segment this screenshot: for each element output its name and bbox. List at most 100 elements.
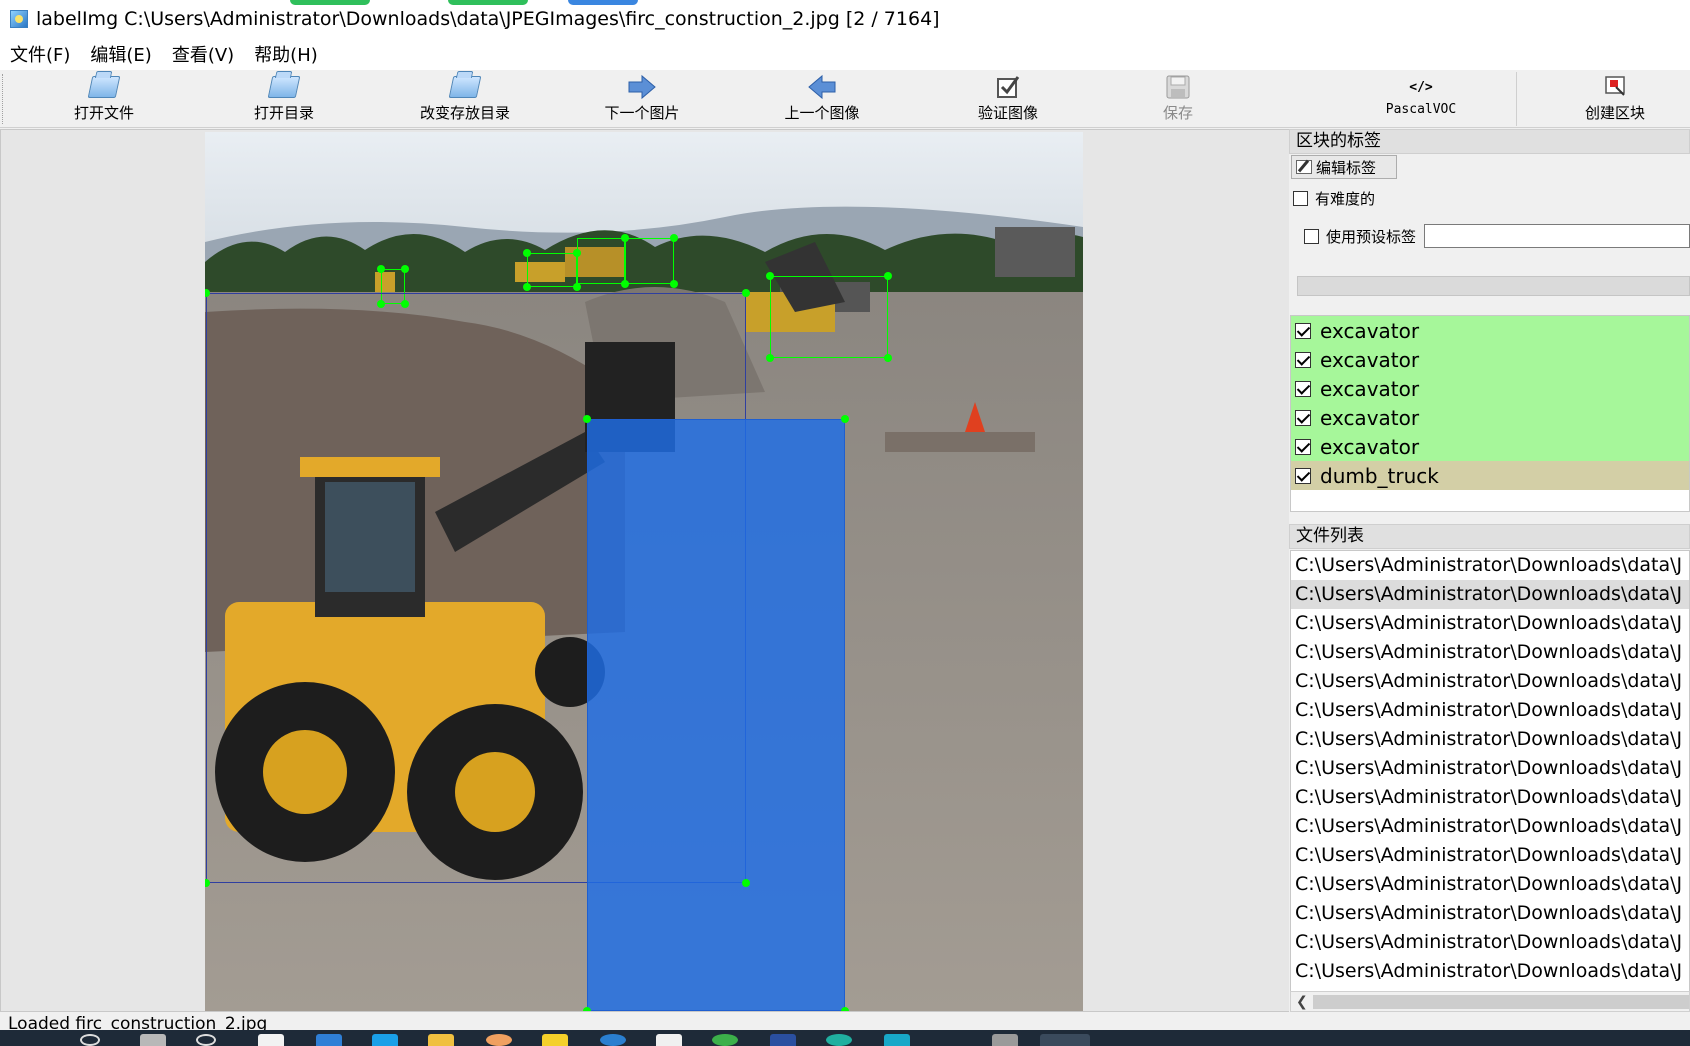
label-list-item[interactable]: excavator xyxy=(1291,316,1689,345)
menu-help[interactable]: 帮助(H) xyxy=(252,39,320,69)
checkbox-checked-icon[interactable] xyxy=(1295,380,1311,397)
file-list-item[interactable]: C:\Users\Administrator\Downloads\data\J xyxy=(1291,754,1689,783)
scrollbar-thumb[interactable] xyxy=(1313,995,1689,1009)
arrow-right-icon xyxy=(628,74,656,100)
taskbar-app-icon[interactable] xyxy=(992,1034,1018,1046)
taskbar-app-icon[interactable] xyxy=(656,1034,682,1046)
taskbar-app-icon[interactable] xyxy=(884,1034,910,1046)
title-decoration xyxy=(290,0,370,5)
save-button[interactable]: 保存 xyxy=(1138,70,1218,128)
taskbar-app-icon[interactable] xyxy=(372,1034,398,1046)
annotation-box-excavator[interactable] xyxy=(527,253,577,287)
title-decoration xyxy=(568,0,638,5)
label-text: excavator xyxy=(1320,318,1420,343)
file-list: C:\Users\Administrator\Downloads\data\J … xyxy=(1290,550,1690,1000)
create-box-button[interactable]: 创建区块 xyxy=(1570,70,1660,128)
image-canvas[interactable] xyxy=(0,129,1290,1012)
window-title: labelImg C:\Users\Administrator\Download… xyxy=(36,8,940,30)
file-list-item[interactable]: C:\Users\Administrator\Downloads\data\J xyxy=(1291,841,1689,870)
create-box-label: 创建区块 xyxy=(1584,104,1645,122)
file-dock: 文件列表 C:\Users\Administrator\Downloads\da… xyxy=(1289,524,1690,1012)
menu-edit[interactable]: 编辑(E) xyxy=(88,39,153,69)
format-label: PascalVOC xyxy=(1385,102,1457,117)
taskbar-app-icon[interactable] xyxy=(600,1034,626,1046)
format-button[interactable]: </> PascalVOC xyxy=(1376,70,1466,128)
toolbar-grip[interactable] xyxy=(2,74,5,124)
pencil-icon xyxy=(1296,160,1312,174)
open-dir-button[interactable]: 打开目录 xyxy=(238,70,330,128)
annotation-box-dumb-truck[interactable] xyxy=(587,419,845,1011)
file-list-item[interactable]: C:\Users\Administrator\Downloads\data\J xyxy=(1291,638,1689,667)
app-icon xyxy=(10,10,28,28)
taskbar-app-icon[interactable] xyxy=(486,1034,512,1046)
floppy-icon xyxy=(1166,75,1190,99)
label-text: excavator xyxy=(1320,376,1420,401)
edit-label-button[interactable]: 编辑标签 xyxy=(1291,155,1397,179)
label-list-item[interactable]: dumb_truck xyxy=(1291,461,1689,490)
verify-image-button[interactable]: 验证图像 xyxy=(968,70,1048,128)
checkbox-checked-icon[interactable] xyxy=(1295,322,1311,339)
prev-image-button[interactable]: 上一个图像 xyxy=(776,70,868,128)
arrow-left-icon xyxy=(808,74,836,100)
taskbar-app-icon[interactable] xyxy=(770,1034,796,1046)
folder-icon xyxy=(267,76,301,98)
toolbar-separator xyxy=(1516,72,1517,126)
file-list-item[interactable]: C:\Users\Administrator\Downloads\data\J xyxy=(1291,609,1689,638)
label-list: excavator excavator excavator excavator … xyxy=(1290,315,1690,512)
label-combo[interactable] xyxy=(1297,276,1690,296)
horizontal-scrollbar[interactable]: ❮ xyxy=(1290,991,1690,1012)
annotation-box-excavator[interactable] xyxy=(770,276,888,358)
preset-label-input[interactable] xyxy=(1424,224,1690,248)
open-file-button[interactable]: 打开文件 xyxy=(58,70,150,128)
file-list-item[interactable]: C:\Users\Administrator\Downloads\data\J xyxy=(1291,551,1689,580)
use-preset-checkbox[interactable]: 使用预设标签 xyxy=(1304,226,1416,247)
label-text: dumb_truck xyxy=(1320,463,1439,488)
taskbar-app-icon[interactable] xyxy=(826,1034,852,1046)
label-list-item[interactable]: excavator xyxy=(1291,374,1689,403)
taskbar-app-icon[interactable] xyxy=(140,1034,166,1046)
file-list-item[interactable]: C:\Users\Administrator\Downloads\data\J xyxy=(1291,899,1689,928)
checkbox-checked-icon[interactable] xyxy=(1295,467,1311,484)
label-list-item[interactable]: excavator xyxy=(1291,432,1689,461)
menu-view[interactable]: 查看(V) xyxy=(170,39,236,69)
folder-icon[interactable] xyxy=(428,1034,454,1046)
label-text: excavator xyxy=(1320,347,1420,372)
checkbox-checked-icon[interactable] xyxy=(1295,438,1311,455)
change-save-dir-button[interactable]: 改变存放目录 xyxy=(410,70,520,128)
file-list-item[interactable]: C:\Users\Administrator\Downloads\data\J xyxy=(1291,812,1689,841)
annotation-box-excavator[interactable] xyxy=(625,238,674,284)
file-list-item[interactable]: C:\Users\Administrator\Downloads\data\J xyxy=(1291,957,1689,986)
label-dock-title: 区块的标签 xyxy=(1289,129,1690,154)
file-list-item[interactable]: C:\Users\Administrator\Downloads\data\J xyxy=(1291,725,1689,754)
file-list-item-selected[interactable]: C:\Users\Administrator\Downloads\data\J xyxy=(1291,580,1689,609)
file-list-item[interactable]: C:\Users\Administrator\Downloads\data\J xyxy=(1291,870,1689,899)
checkbox-checked-icon[interactable] xyxy=(1295,409,1311,426)
next-image-button[interactable]: 下一个图片 xyxy=(596,70,688,128)
search-icon[interactable] xyxy=(80,1034,100,1046)
file-list-item[interactable]: C:\Users\Administrator\Downloads\data\J xyxy=(1291,667,1689,696)
taskbar-app-icon[interactable] xyxy=(542,1034,568,1046)
file-list-item[interactable]: C:\Users\Administrator\Downloads\data\J xyxy=(1291,928,1689,957)
taskbar-app-icon[interactable] xyxy=(712,1034,738,1046)
menu-file[interactable]: 文件(F) xyxy=(8,39,72,69)
scroll-left-icon[interactable]: ❮ xyxy=(1296,994,1308,1010)
difficult-checkbox[interactable]: 有难度的 xyxy=(1293,188,1375,209)
file-list-item[interactable]: C:\Users\Administrator\Downloads\data\J xyxy=(1291,696,1689,725)
checkbox-icon[interactable] xyxy=(1293,191,1308,206)
title-bar: labelImg C:\Users\Administrator\Download… xyxy=(0,0,1690,38)
edit-label-text: 编辑标签 xyxy=(1316,158,1377,177)
taskbar-active-app[interactable] xyxy=(1040,1034,1090,1046)
taskbar-app-icon[interactable] xyxy=(258,1034,284,1046)
taskbar-app-icon[interactable] xyxy=(316,1034,342,1046)
label-list-item[interactable]: excavator xyxy=(1291,345,1689,374)
checkbox-icon[interactable] xyxy=(1304,229,1319,244)
checkbox-checked-icon[interactable] xyxy=(1295,351,1311,368)
prev-image-label: 上一个图像 xyxy=(784,104,860,122)
box-icon xyxy=(1605,76,1625,96)
taskbar-app-icon[interactable] xyxy=(196,1034,216,1046)
annotation-box-excavator[interactable] xyxy=(577,238,625,284)
difficult-label: 有难度的 xyxy=(1315,190,1376,208)
annotated-image[interactable] xyxy=(205,132,1083,1011)
file-list-item[interactable]: C:\Users\Administrator\Downloads\data\J xyxy=(1291,783,1689,812)
label-list-item[interactable]: excavator xyxy=(1291,403,1689,432)
